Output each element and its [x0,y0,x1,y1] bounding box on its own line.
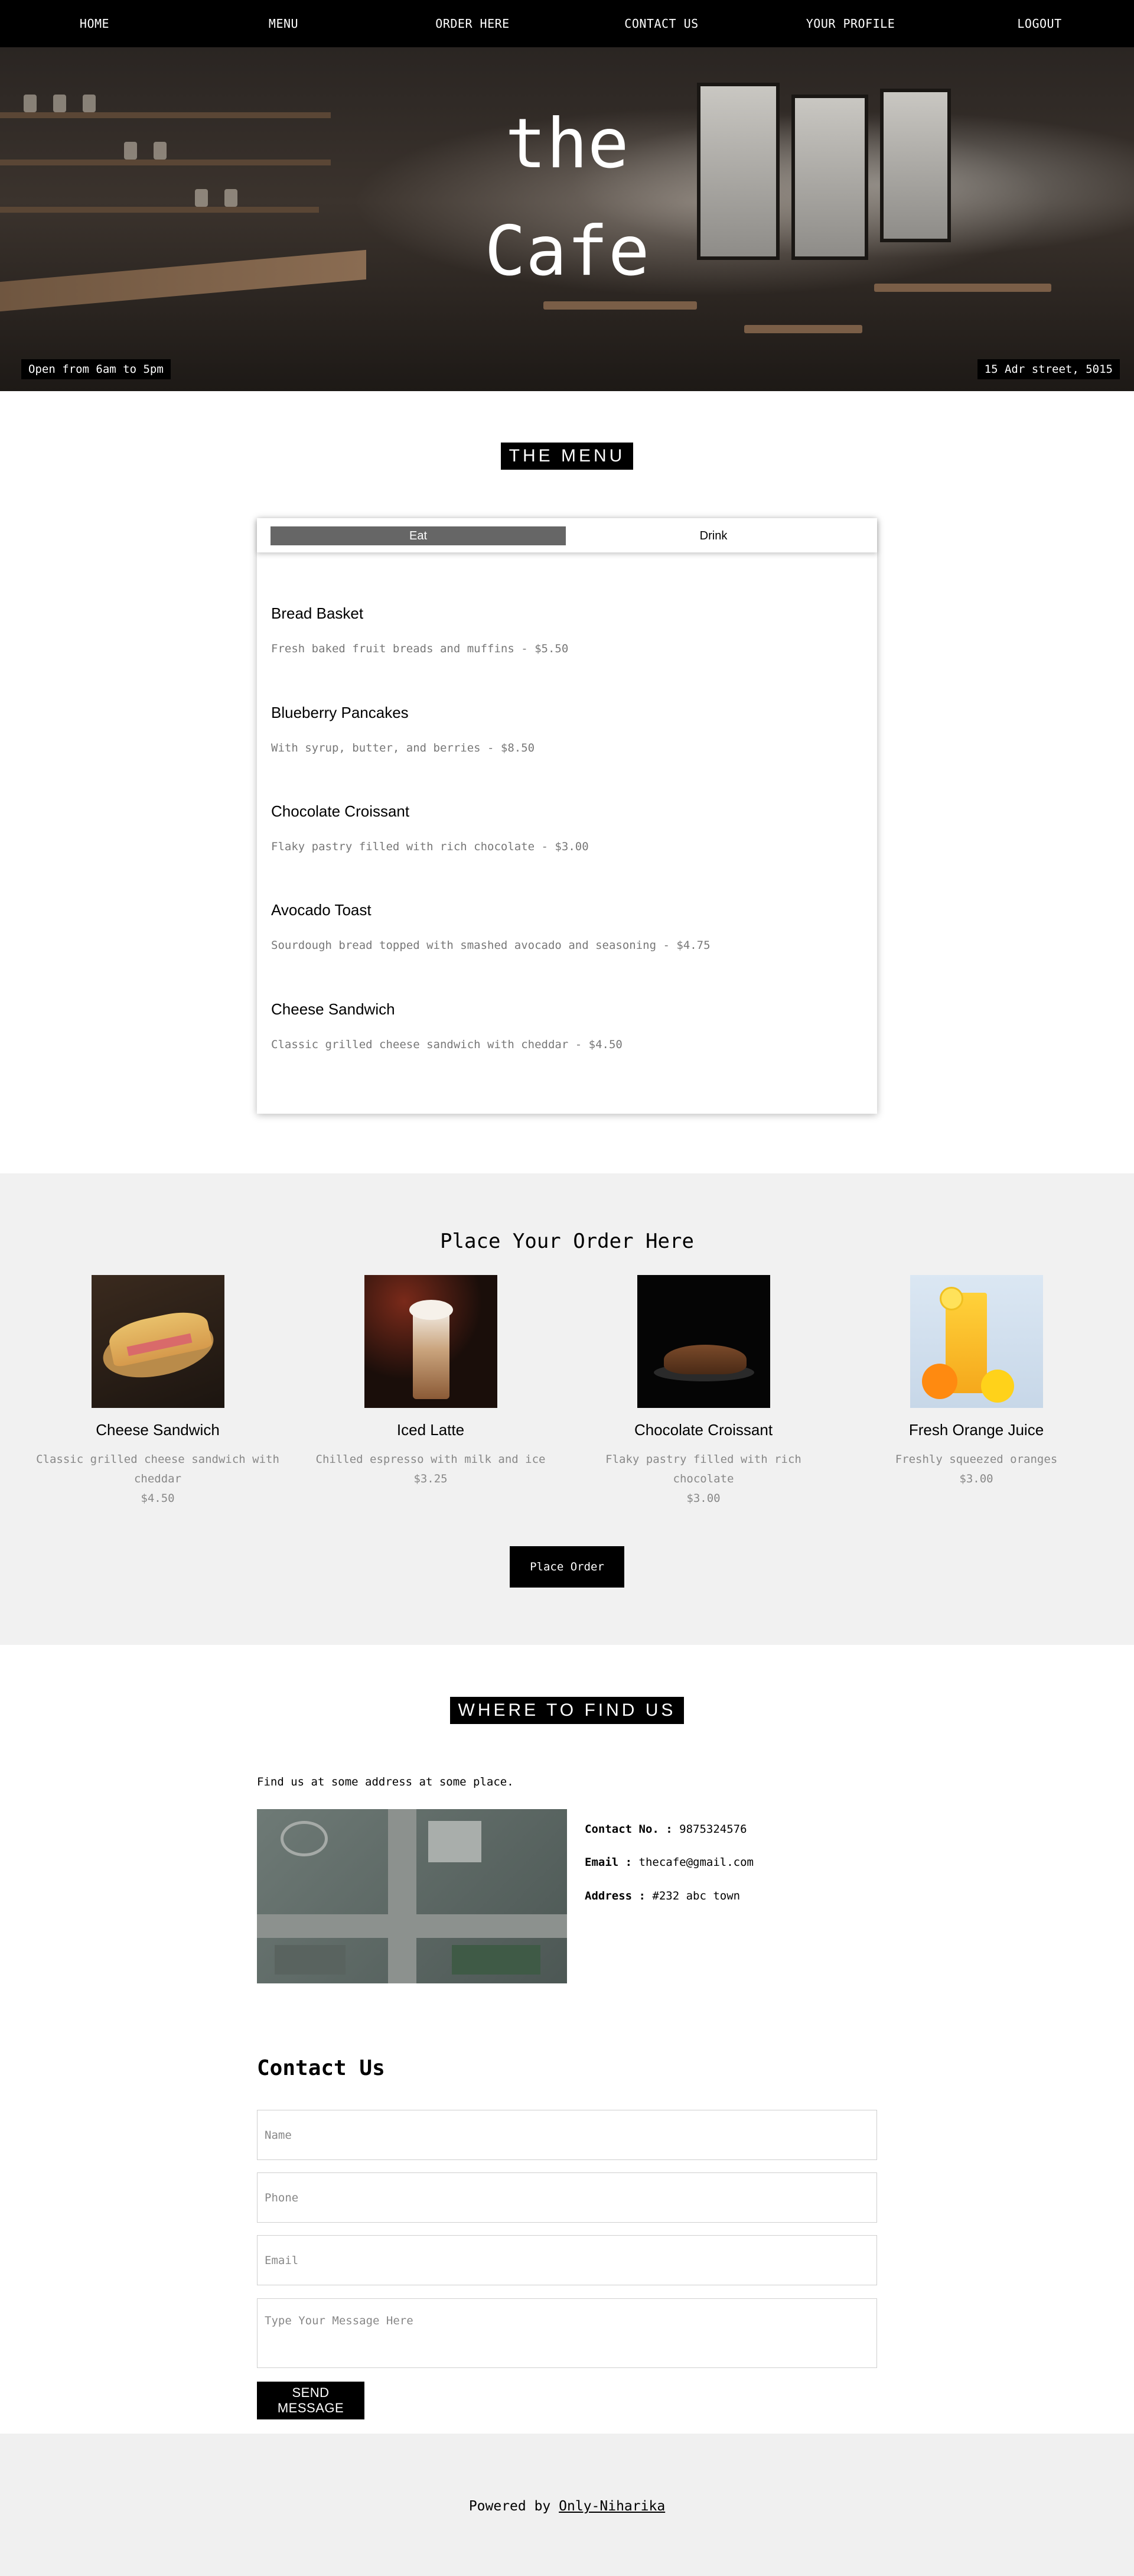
nav-logout[interactable]: LOGOUT [945,0,1134,47]
top-nav: HOME MENU ORDER HERE CONTACT US YOUR PRO… [0,0,1134,47]
product-price: $3.00 [959,1472,993,1485]
product-price: $3.25 [413,1472,448,1485]
product-name: Chocolate Croissant [634,1421,773,1439]
menu-item-name: Chocolate Croissant [271,802,410,820]
nav-contact-us[interactable]: CONTACT US [567,0,756,47]
product-price: $3.00 [686,1492,721,1505]
nav-order-here[interactable]: ORDER HERE [378,0,567,47]
product-card[interactable]: Fresh Orange Juice Freshly squeezed oran… [840,1275,1112,1489]
product-name: Iced Latte [396,1421,465,1439]
nav-menu[interactable]: MENU [189,0,378,47]
cheese-sandwich-image [91,1275,224,1408]
opening-hours-badge: Open from 6am to 5pm [21,359,171,379]
find-us-heading: WHERE TO FIND US [0,1697,1134,1724]
email-field[interactable] [257,2235,877,2285]
menu-card: Eat Drink Bread Basket Fresh baked fruit… [257,518,877,1114]
menu-item-name: Avocado Toast [271,901,372,919]
menu-item-desc: Sourdough bread topped with smashed avoc… [271,939,711,952]
menu-item-name: Blueberry Pancakes [271,704,409,721]
product-desc: Freshly squeezed oranges $3.00 [840,1450,1112,1489]
tab-drink[interactable]: Drink [566,526,861,545]
iced-latte-image [364,1275,497,1408]
product-card[interactable]: Chocolate Croissant Flaky pastry filled … [568,1275,839,1508]
name-field[interactable] [257,2110,877,2160]
contact-number: Contact No. : 9875324576 [585,1823,747,1836]
hero-banner: the Cafe Open from 6am to 5pm 15 Adr str… [0,47,1134,391]
product-desc: Chilled espresso with milk and ice $3.25 [295,1450,566,1489]
contact-us-title: Contact Us [257,2056,385,2080]
nav-home[interactable]: HOME [0,0,189,47]
tab-eat[interactable]: Eat [271,526,566,545]
product-desc: Flaky pastry filled with rich chocolate … [568,1450,839,1508]
menu-item-desc: With syrup, butter, and berries - $8.50 [271,741,535,754]
hero-title-the: the [505,104,629,184]
message-field[interactable] [257,2298,877,2368]
menu-item-desc: Classic grilled cheese sandwich with che… [271,1038,623,1051]
product-desc: Classic grilled cheese sandwich with che… [22,1450,294,1508]
find-us-text: Find us at some address at some place. [257,1775,514,1788]
send-message-button[interactable]: SEND MESSAGE [257,2382,364,2419]
contact-address: Address : #232 abc town [585,1889,741,1902]
hero-title-cafe: Cafe [484,212,650,291]
order-title: Place Your Order Here [440,1230,694,1253]
menu-heading: THE MENU [0,443,1134,470]
footer: Powered by Only-Niharika [0,2434,1134,2576]
menu-item-name: Cheese Sandwich [271,1000,395,1018]
place-order-button[interactable]: Place Order [510,1546,624,1588]
product-name: Fresh Orange Juice [908,1421,1044,1439]
author-link[interactable]: Only-Niharika [559,2499,665,2514]
chocolate-croissant-image [637,1275,770,1408]
footer-credit: Powered by Only-Niharika [468,2499,666,2514]
menu-item-desc: Fresh baked fruit breads and muffins - $… [271,642,569,655]
product-price: $4.50 [141,1492,175,1505]
product-card[interactable]: Cheese Sandwich Classic grilled cheese s… [22,1275,294,1508]
menu-tabs: Eat Drink [257,518,877,552]
address-badge: 15 Adr street, 5015 [977,359,1120,379]
contact-email: Email : thecafe@gmail.com [585,1856,754,1869]
order-section: Place Your Order Here Cheese Sandwich Cl… [0,1173,1134,1645]
city-map-image [257,1809,567,1983]
product-card[interactable]: Iced Latte Chilled espresso with milk an… [295,1275,566,1489]
menu-item-name: Bread Basket [271,604,364,622]
orange-juice-image [910,1275,1043,1408]
nav-your-profile[interactable]: YOUR PROFILE [756,0,945,47]
product-name: Cheese Sandwich [96,1421,220,1439]
menu-item-desc: Flaky pastry filled with rich chocolate … [271,840,589,853]
phone-field[interactable] [257,2172,877,2223]
